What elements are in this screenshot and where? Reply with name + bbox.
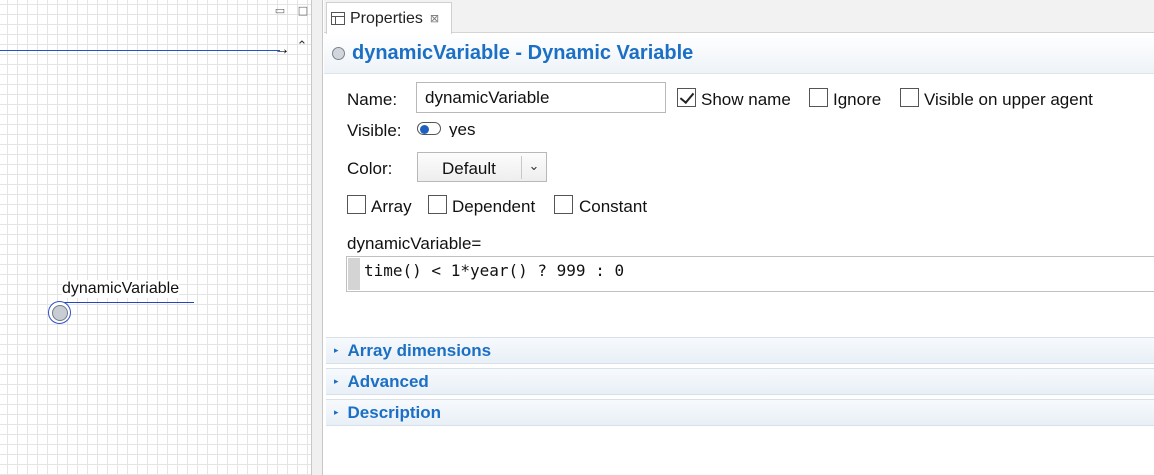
visible-toggle[interactable] xyxy=(417,122,441,135)
graphical-editor-canvas[interactable]: ▭ □ → ⌃ dynamicVariable xyxy=(0,0,312,475)
dropdown-separator xyxy=(521,156,522,179)
chevron-right-icon: ▸ xyxy=(334,407,339,418)
tab-label: Properties xyxy=(350,9,423,27)
array-label[interactable]: Array xyxy=(371,197,412,217)
chevron-down-icon[interactable]: ⌄ xyxy=(524,156,544,178)
expression-code[interactable]: time() < 1*year() ? 999 : 0 xyxy=(364,261,624,280)
dynamic-variable-icon xyxy=(332,47,345,60)
section-title: Advanced xyxy=(347,371,429,391)
ignore-label[interactable]: Ignore xyxy=(833,90,881,110)
section-title: Description xyxy=(347,402,442,422)
section-array-dimensions[interactable]: ▸ Array dimensions xyxy=(326,337,1154,364)
section-advanced[interactable]: ▸ Advanced xyxy=(326,368,1154,395)
constant-checkbox[interactable] xyxy=(554,195,573,214)
show-name-label[interactable]: Show name xyxy=(701,90,791,110)
expression-label: dynamicVariable= xyxy=(347,234,482,253)
maximize-icon[interactable]: □ xyxy=(295,3,311,19)
array-checkbox[interactable] xyxy=(347,195,366,214)
page-title: dynamicVariable - Dynamic Variable xyxy=(352,42,694,64)
connector-line[interactable] xyxy=(0,50,280,51)
tab-bar: Properties ⊠ xyxy=(324,0,1154,34)
color-label: Color: xyxy=(347,159,393,178)
constant-label[interactable]: Constant xyxy=(579,197,647,217)
visible-on-upper-agent-label[interactable]: Visible on upper agent xyxy=(924,90,1093,110)
section-description[interactable]: ▸ Description xyxy=(326,399,1154,426)
node-label-underline xyxy=(62,302,194,303)
properties-header: dynamicVariable - Dynamic Variable xyxy=(324,34,1154,74)
color-selected-value: Default xyxy=(442,159,496,178)
show-name-checkbox[interactable] xyxy=(677,88,696,107)
tab-properties[interactable]: Properties ⊠ xyxy=(326,2,452,34)
dependent-checkbox[interactable] xyxy=(428,195,447,214)
editor-gutter xyxy=(348,258,360,290)
section-title: Array dimensions xyxy=(347,340,492,360)
chevron-right-icon: ▸ xyxy=(334,376,339,387)
properties-view: Properties ⊠ dynamicVariable - Dynamic V… xyxy=(324,0,1154,475)
dynamic-variable-node-label[interactable]: dynamicVariable xyxy=(62,280,180,298)
name-field[interactable] xyxy=(416,82,666,113)
expression-editor[interactable]: time() < 1*year() ? 999 : 0 xyxy=(346,256,1154,292)
dependent-label[interactable]: Dependent xyxy=(452,197,535,217)
ignore-checkbox[interactable] xyxy=(809,88,828,107)
name-label: Name: xyxy=(347,90,398,109)
chevron-up-icon[interactable]: ⌃ xyxy=(293,38,311,56)
dynamic-variable-icon[interactable] xyxy=(48,301,71,324)
pane-splitter[interactable] xyxy=(312,0,323,475)
chevron-right-icon: ▸ xyxy=(334,345,339,356)
arrowhead-icon: → xyxy=(274,41,290,58)
visible-on-upper-agent-checkbox[interactable] xyxy=(900,88,919,107)
minimize-icon[interactable]: ▭ xyxy=(272,3,288,19)
close-icon[interactable]: ⊠ xyxy=(430,12,439,25)
visible-label: Visible: xyxy=(347,121,402,140)
color-dropdown[interactable]: Default ⌄ xyxy=(417,152,547,182)
properties-icon xyxy=(331,12,345,25)
visible-value: yes xyxy=(449,120,476,137)
